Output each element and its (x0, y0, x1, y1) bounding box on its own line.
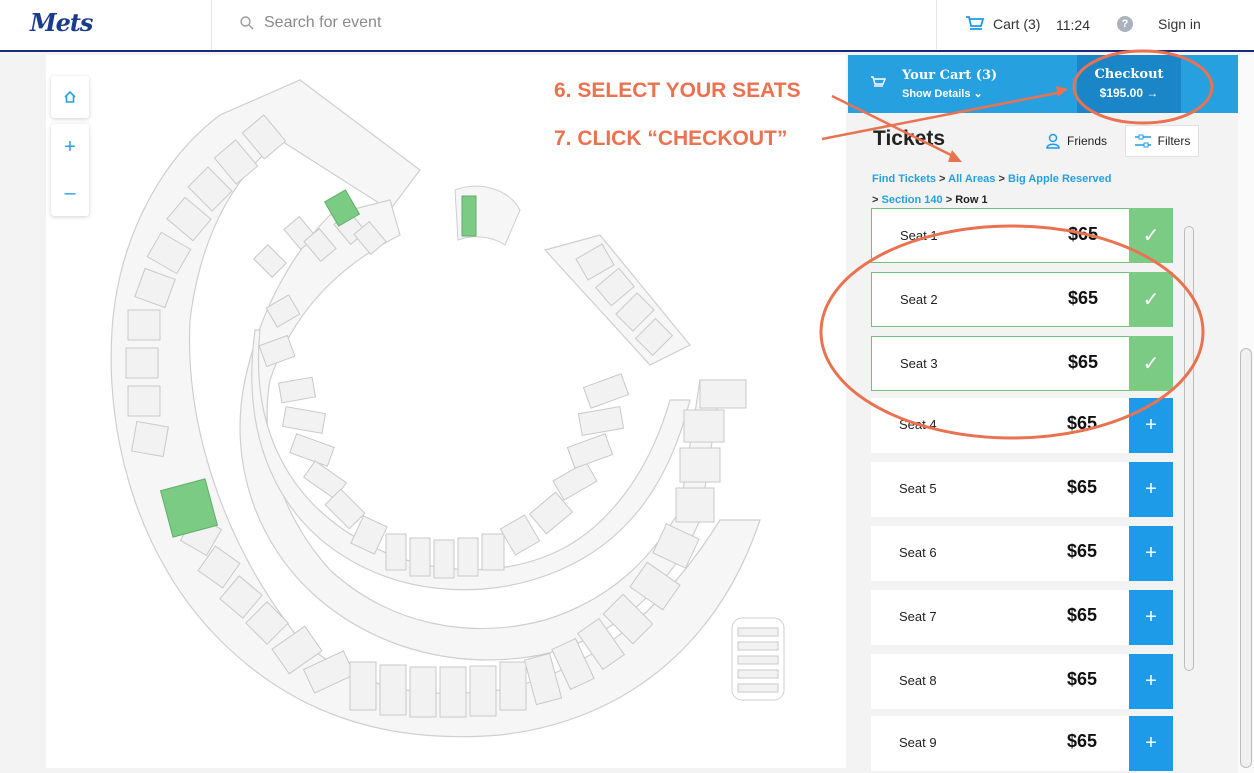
seat-row[interactable]: Seat 6 $65 + (871, 526, 1173, 581)
breadcrumb-big-apple-reserved[interactable]: Big Apple Reserved (1008, 173, 1112, 185)
seat-price: $65 (1067, 413, 1098, 433)
seat-list-scroll-thumb[interactable] (1184, 226, 1194, 671)
zoom-in-button[interactable]: + (51, 124, 89, 170)
home-button[interactable] (51, 76, 89, 118)
breadcrumb-separator: > (939, 173, 946, 185)
checkout-button[interactable]: Checkout $195.00 → (1077, 55, 1181, 113)
add-seat-button[interactable]: + (1129, 654, 1173, 709)
tickets-heading: Tickets (873, 127, 945, 150)
seat-label: Seat 2 (900, 292, 938, 307)
breadcrumb-separator: > (998, 173, 1005, 185)
breadcrumb-separator: > (945, 194, 953, 206)
breadcrumb-all-areas[interactable]: All Areas (948, 173, 995, 185)
clock-time: 11:24 (1056, 17, 1090, 33)
seat-label: Seat 4 (899, 417, 937, 432)
check-icon[interactable]: ✓ (1129, 208, 1173, 263)
zoom-out-button[interactable]: – (51, 170, 89, 216)
add-seat-button[interactable]: + (1129, 526, 1173, 581)
seat-label: Seat 5 (899, 481, 937, 496)
seat-price: $65 (1067, 669, 1098, 689)
seat-row[interactable]: Seat 2 $65 ✓ (871, 272, 1173, 327)
add-seat-button[interactable]: + (1129, 590, 1173, 645)
cart-title: Your Cart (3) (902, 68, 998, 83)
cart-link[interactable]: Cart (3) (965, 15, 1040, 33)
annotation-step-7: 7. CLICK “CHECKOUT” (554, 127, 788, 150)
breadcrumb: Find Tickets > All Areas > Big Apple Res… (872, 169, 1192, 211)
stadium-map[interactable] (46, 55, 846, 768)
seat-price: $65 (1067, 731, 1098, 751)
divider (211, 0, 212, 50)
check-icon[interactable]: ✓ (1129, 336, 1173, 391)
add-seat-button[interactable]: + (1129, 716, 1173, 771)
seat-row[interactable]: Seat 5 $65 + (871, 462, 1173, 517)
page-scroll-thumb[interactable] (1240, 348, 1252, 768)
filters-button[interactable]: Filters (1125, 125, 1199, 157)
search-input[interactable]: Search for event (264, 14, 381, 32)
checkout-amount: $195.00 → (1099, 86, 1159, 100)
seat-label: Seat 6 (899, 545, 937, 560)
seat-row[interactable]: Seat 9 $65 + (871, 716, 1173, 771)
show-details-label: Show Details (902, 88, 971, 100)
seat-row[interactable]: Seat 8 $65 + (871, 654, 1173, 709)
home-icon (64, 90, 76, 103)
seat-price: $65 (1068, 288, 1099, 308)
divider (936, 0, 937, 50)
zoom-controls: + – (51, 124, 89, 216)
top-bar: Mets Search for event Cart (3) 11:24 ? S… (0, 0, 1254, 52)
seat-map[interactable] (46, 55, 846, 768)
seat-label: Seat 9 (899, 735, 937, 750)
seat-row[interactable]: Seat 7 $65 + (871, 590, 1173, 645)
add-seat-button[interactable]: + (1129, 462, 1173, 517)
sign-in-link[interactable]: Sign in (1158, 16, 1201, 32)
filters-label: Filters (1157, 134, 1191, 148)
seat-label: Seat 7 (899, 609, 937, 624)
seat-price: $65 (1067, 477, 1098, 497)
seat-price: $65 (1068, 352, 1099, 372)
seat-row[interactable]: Seat 4 $65 + (871, 398, 1173, 453)
seat-label: Seat 8 (899, 673, 937, 688)
annotation-step-6: 6. SELECT YOUR SEATS (554, 79, 801, 102)
seat-price: $65 (1067, 605, 1098, 625)
user-icon (1046, 133, 1060, 149)
help-icon[interactable]: ? (1117, 16, 1133, 32)
friends-label: Friends (1066, 134, 1107, 148)
breadcrumb-separator: > (872, 194, 879, 206)
seat-price: $65 (1068, 224, 1099, 244)
breadcrumb-find-tickets[interactable]: Find Tickets (872, 173, 936, 185)
breadcrumb-section[interactable]: Section 140 (882, 194, 943, 206)
add-seat-button[interactable]: + (1129, 398, 1173, 453)
checkout-label: Checkout (1094, 67, 1164, 82)
cart-label: Cart (3) (993, 16, 1041, 32)
cart-bar: Your Cart (3) Show Details ⌄ Checkout $1… (848, 55, 1238, 113)
seat-row[interactable]: Seat 3 $65 ✓ (871, 336, 1173, 391)
sliders-icon (1134, 134, 1151, 148)
seat-price: $65 (1067, 541, 1098, 561)
check-icon[interactable]: ✓ (1129, 272, 1173, 327)
seat-row[interactable]: Seat 1 $65 ✓ (871, 208, 1173, 263)
cart-icon (966, 16, 985, 30)
search-icon (240, 16, 254, 30)
breadcrumb-row: Row 1 (955, 194, 988, 206)
seat-label: Seat 3 (900, 356, 938, 371)
chevron-down-icon: ⌄ (973, 88, 983, 100)
show-details-link[interactable]: Show Details ⌄ (902, 87, 983, 100)
friends-button[interactable]: Friends (1035, 125, 1117, 157)
search-box[interactable]: Search for event (240, 14, 381, 32)
mets-logo[interactable]: Mets (30, 8, 93, 37)
cart-icon (871, 76, 886, 87)
seat-label: Seat 1 (900, 228, 938, 243)
